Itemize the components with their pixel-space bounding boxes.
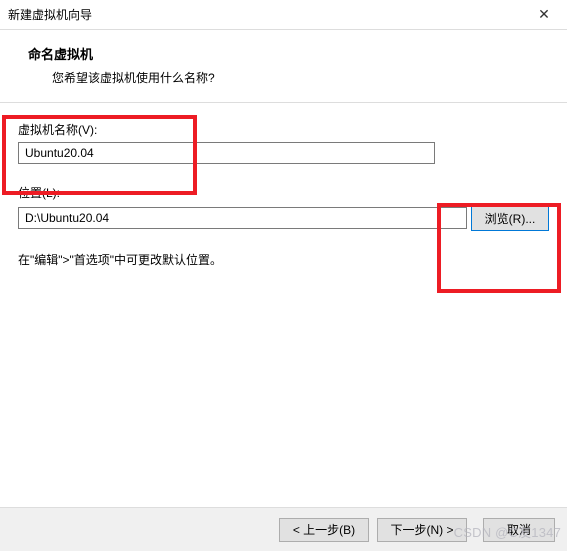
button-bar: < 上一步(B) 下一步(N) > 取消 (0, 507, 567, 551)
back-button[interactable]: < 上一步(B) (279, 518, 369, 542)
page-title: 命名虚拟机 (28, 44, 539, 63)
titlebar: 新建虚拟机向导 ✕ (0, 0, 567, 30)
page-subtitle: 您希望该虚拟机使用什么名称? (28, 69, 539, 86)
location-input[interactable] (18, 207, 467, 229)
next-button[interactable]: 下一步(N) > (377, 518, 467, 542)
close-icon[interactable]: ✕ (529, 0, 559, 30)
window-title: 新建虚拟机向导 (8, 6, 529, 23)
location-field-block: 位置(L): 浏览(R)... (18, 184, 549, 231)
cancel-button[interactable]: 取消 (483, 518, 555, 542)
wizard-header: 命名虚拟机 您希望该虚拟机使用什么名称? (0, 30, 567, 103)
vm-name-label: 虚拟机名称(V): (18, 121, 549, 138)
vm-name-field-block: 虚拟机名称(V): (18, 121, 549, 164)
location-label: 位置(L): (18, 184, 549, 201)
browse-button[interactable]: 浏览(R)... (471, 205, 549, 231)
location-row: 浏览(R)... (18, 205, 549, 231)
wizard-content: 虚拟机名称(V): 位置(L): 浏览(R)... 在"编辑">"首选项"中可更… (0, 103, 567, 278)
vm-name-input[interactable] (18, 142, 435, 164)
hint-text: 在"编辑">"首选项"中可更改默认位置。 (18, 251, 549, 268)
